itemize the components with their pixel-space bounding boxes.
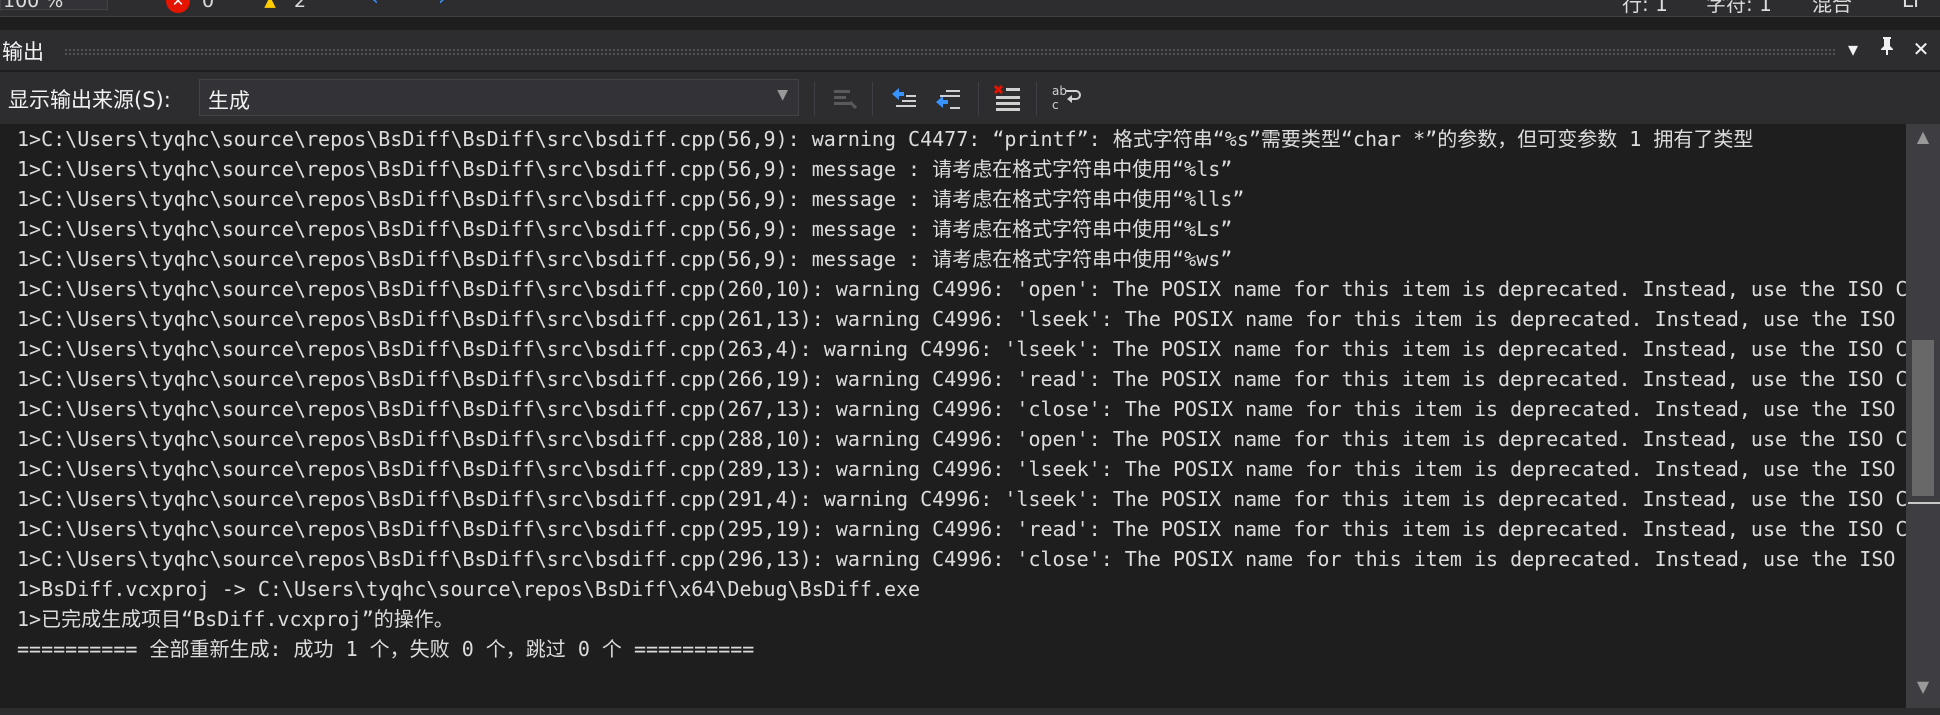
window-position-menu-icon[interactable]: ▾ bbox=[1840, 36, 1866, 62]
output-line: 1>C:\Users\tyqhc\source\repos\BsDiff\BsD… bbox=[17, 337, 1906, 361]
whitespace-indicator[interactable]: 混合 bbox=[1812, 0, 1852, 16]
zoom-combo[interactable]: 100 % bbox=[0, 0, 108, 11]
chevron-down-icon: ▼ bbox=[777, 87, 788, 103]
source-selected-value: 生成 bbox=[208, 89, 250, 113]
output-line: 1>C:\Users\tyqhc\source\repos\BsDiff\BsD… bbox=[17, 457, 1906, 481]
output-line: 1>BsDiff.vcxproj -> C:\Users\tyqhc\sourc… bbox=[17, 577, 921, 601]
error-count-value: 0 bbox=[202, 0, 215, 12]
horizontal-scrollbar[interactable] bbox=[0, 708, 1940, 715]
vertical-scrollbar[interactable]: ▲ ▼ bbox=[1906, 124, 1940, 708]
line-indicator[interactable]: 行: 1 bbox=[1622, 0, 1668, 16]
go-to-previous-message-icon[interactable] bbox=[888, 82, 920, 114]
output-line: ========== 全部重新生成: 成功 1 个，失败 0 个，跳过 0 个 … bbox=[17, 637, 755, 661]
output-line: 1>已完成生成项目“BsDiff.vcxproj”的操作。 bbox=[17, 607, 454, 631]
output-source-dropdown[interactable]: 生成 ▼ bbox=[199, 79, 799, 116]
svg-text:ab: ab bbox=[1052, 84, 1067, 98]
output-text-area[interactable]: 1>C:\Users\tyqhc\source\repos\BsDiff\BsD… bbox=[0, 124, 1906, 708]
scrollbar-thumb[interactable] bbox=[1912, 340, 1934, 496]
find-message-in-code-icon[interactable] bbox=[828, 82, 860, 114]
output-line: 1>C:\Users\tyqhc\source\repos\BsDiff\BsD… bbox=[17, 397, 1906, 421]
error-count[interactable]: ✕ 0 bbox=[166, 0, 214, 14]
output-line: 1>C:\Users\tyqhc\source\repos\BsDiff\BsD… bbox=[17, 217, 1233, 241]
warning-count[interactable]: ▲ 2 bbox=[258, 0, 306, 14]
output-line: 1>C:\Users\tyqhc\source\repos\BsDiff\BsD… bbox=[17, 547, 1906, 571]
go-to-next-message-icon[interactable] bbox=[932, 82, 964, 114]
output-panel-titlebar[interactable]: 输出 ▾ ✕ bbox=[0, 30, 1940, 70]
navigate-back-icon[interactable]: ‹ bbox=[370, 0, 379, 11]
output-line: 1>C:\Users\tyqhc\source\repos\BsDiff\BsD… bbox=[17, 187, 1245, 211]
output-line: 1>C:\Users\tyqhc\source\repos\BsDiff\BsD… bbox=[17, 367, 1906, 391]
output-line: 1>C:\Users\tyqhc\source\repos\BsDiff\BsD… bbox=[17, 307, 1906, 331]
output-line: 1>C:\Users\tyqhc\source\repos\BsDiff\BsD… bbox=[17, 487, 1906, 511]
toolbar-separator bbox=[1036, 82, 1037, 116]
line-ending-indicator[interactable]: LF bbox=[1902, 0, 1925, 12]
pin-icon[interactable] bbox=[1874, 36, 1900, 62]
editor-status-strip: 100 % ✕ 0 ▲ 2 ‹ › 行: 1 字符: 1 混合 LF bbox=[0, 0, 1940, 17]
toggle-word-wrap-icon[interactable]: ab c bbox=[1050, 82, 1082, 114]
svg-text:c: c bbox=[1052, 98, 1059, 112]
source-label: 显示输出来源(S): bbox=[8, 88, 171, 112]
output-line: 1>C:\Users\tyqhc\source\repos\BsDiff\BsD… bbox=[17, 427, 1906, 451]
output-line: 1>C:\Users\tyqhc\source\repos\BsDiff\BsD… bbox=[17, 127, 1754, 151]
clear-all-icon[interactable] bbox=[992, 82, 1024, 114]
warning-triangle-icon: ▲ bbox=[264, 0, 276, 10]
output-toolbar: 显示输出来源(S): 生成 ▼ ab c bbox=[0, 72, 1940, 124]
panel-title: 输出 bbox=[2, 40, 44, 64]
output-line: 1>C:\Users\tyqhc\source\repos\BsDiff\BsD… bbox=[17, 277, 1906, 301]
toolbar-separator bbox=[872, 82, 873, 116]
scroll-up-icon[interactable]: ▲ bbox=[1906, 124, 1940, 150]
output-line: 1>C:\Users\tyqhc\source\repos\BsDiff\BsD… bbox=[17, 517, 1906, 541]
output-line: 1>C:\Users\tyqhc\source\repos\BsDiff\BsD… bbox=[17, 247, 1233, 271]
char-indicator[interactable]: 字符: 1 bbox=[1706, 0, 1772, 16]
warning-count-value: 2 bbox=[294, 0, 307, 12]
error-circle-icon: ✕ bbox=[166, 0, 190, 13]
close-icon[interactable]: ✕ bbox=[1908, 36, 1934, 62]
drag-grip[interactable] bbox=[64, 48, 1836, 56]
scroll-down-icon[interactable]: ▼ bbox=[1906, 674, 1940, 700]
toolbar-separator bbox=[814, 82, 815, 116]
toolbar-separator bbox=[978, 82, 979, 116]
output-line: 1>C:\Users\tyqhc\source\repos\BsDiff\BsD… bbox=[17, 157, 1233, 181]
navigate-forward-icon[interactable]: › bbox=[438, 0, 447, 11]
scrollbar-caret-marker bbox=[1908, 502, 1940, 504]
